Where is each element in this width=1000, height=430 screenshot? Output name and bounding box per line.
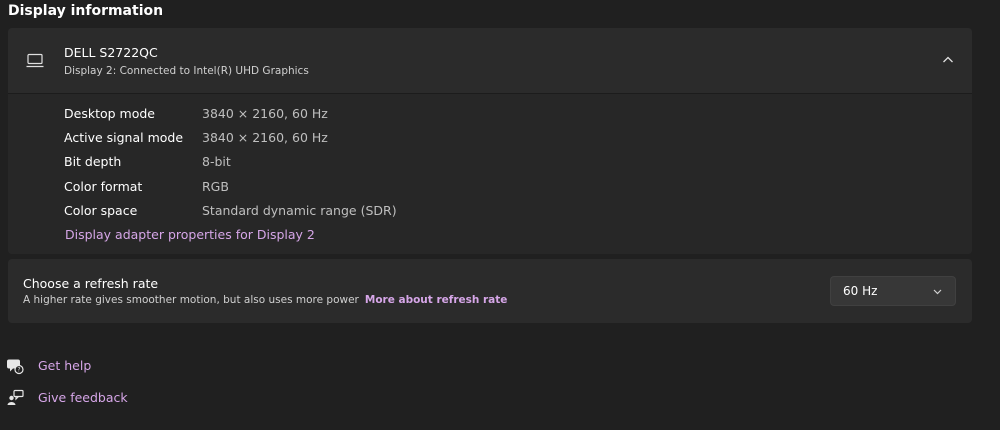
detail-label: Color format (64, 179, 143, 194)
detail-value: 3840 × 2160, 60 Hz (202, 130, 328, 145)
give-feedback-icon (7, 389, 24, 405)
monitor-icon (26, 53, 44, 68)
refresh-rate-description-text: A higher rate gives smoother motion, but… (23, 294, 359, 306)
section-heading: Display information (8, 3, 164, 19)
display-settings-page: Display information DELL S2722QC Display… (0, 0, 1000, 430)
chevron-down-icon (933, 289, 942, 295)
refresh-rate-selected-value: 60 Hz (843, 284, 878, 298)
display-name: DELL S2722QC (64, 45, 158, 60)
display-details: Desktop mode 3840 × 2160, 60 Hz Active s… (8, 94, 972, 254)
chevron-up-icon[interactable] (941, 53, 955, 67)
detail-value: 3840 × 2160, 60 Hz (202, 106, 328, 121)
get-help-label: Get help (38, 358, 92, 373)
svg-text:?: ? (17, 367, 20, 374)
more-about-refresh-rate-link[interactable]: More about refresh rate (365, 294, 508, 306)
display-info-card: DELL S2722QC Display 2: Connected to Int… (8, 28, 972, 254)
refresh-rate-card: Choose a refresh rate A higher rate give… (8, 259, 972, 323)
refresh-rate-description: A higher rate gives smoother motion, but… (23, 294, 507, 306)
detail-value: 8-bit (202, 154, 231, 169)
detail-label: Active signal mode (64, 130, 184, 145)
detail-label: Color space (64, 203, 138, 218)
get-help-icon: ? (7, 359, 24, 375)
detail-value: RGB (202, 179, 229, 194)
display-adapter-properties-link[interactable]: Display adapter properties for Display 2 (65, 227, 315, 242)
display-expander-header[interactable]: DELL S2722QC Display 2: Connected to Int… (8, 28, 972, 93)
detail-label: Bit depth (64, 154, 122, 169)
display-connection-subtitle: Display 2: Connected to Intel(R) UHD Gra… (64, 65, 309, 77)
detail-value: Standard dynamic range (SDR) (202, 203, 397, 218)
refresh-rate-title: Choose a refresh rate (23, 276, 159, 291)
give-feedback-label: Give feedback (38, 390, 128, 405)
refresh-rate-dropdown[interactable]: 60 Hz (830, 276, 956, 306)
detail-label: Desktop mode (64, 106, 155, 121)
